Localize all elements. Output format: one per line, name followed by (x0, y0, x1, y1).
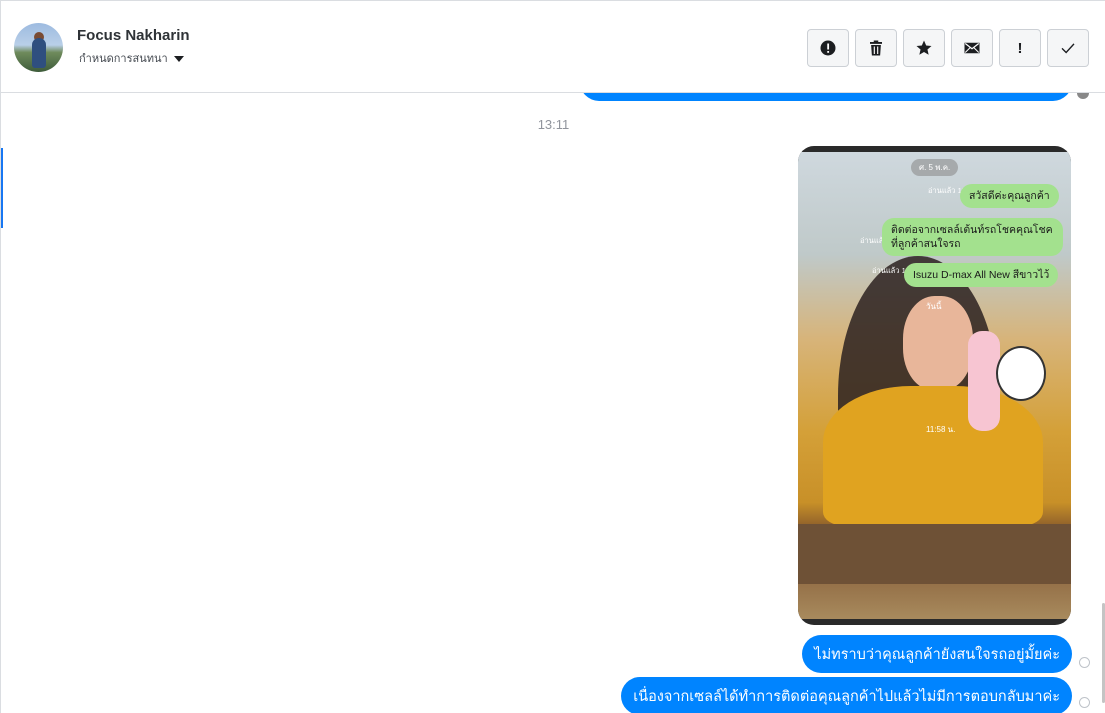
message-timestamp: 13:11 (537, 117, 570, 132)
image-attachment[interactable]: ศ. 5 พ.ค. อ่านแล้ว 10:29 น. สวัสดีค่ะคุณ… (798, 146, 1071, 625)
photo-chat-bubble: Isuzu D-max All New สีขาวไว้ (904, 263, 1059, 287)
exclamation-icon: ! (1017, 39, 1023, 57)
report-spam-button[interactable] (807, 29, 849, 67)
star-icon (916, 40, 932, 55)
conversation-toolbar: ! (807, 29, 1089, 67)
alert-circle-icon (820, 40, 836, 56)
mark-unread-button[interactable] (951, 29, 993, 67)
star-button[interactable] (903, 29, 945, 67)
photo-chat-bubble: ติดต่อจากเซลล์เต้นท์รถโชคคุณโชค ที่ลูกค้… (882, 218, 1063, 256)
active-indicator (1, 148, 3, 228)
message-bubble-previous[interactable] (580, 93, 1072, 101)
check-icon (1061, 43, 1075, 54)
photo-table (798, 524, 1071, 584)
avatar-photo-body (32, 38, 46, 68)
envelope-icon (964, 42, 980, 54)
conversation-settings-dropdown[interactable]: กำหนดการสนทนา (79, 49, 184, 67)
sticker-wall (968, 331, 1000, 431)
sticker-bunny (996, 346, 1046, 401)
photo-date-pill: ศ. 5 พ.ค. (911, 159, 959, 176)
message-bubble[interactable]: ไม่ทราบว่าคุณลูกค้ายังสนใจรถอยู่มั้ยค่ะ (802, 635, 1072, 673)
message-thread[interactable]: 13:11 ศ. 5 พ.ค. อ่านแล้ว 10:29 น. สวัสดี… (1, 93, 1105, 713)
mark-done-button[interactable] (1047, 29, 1089, 67)
bunny-sticker (968, 326, 1063, 431)
delete-button[interactable] (855, 29, 897, 67)
message-bubble[interactable]: เนื่องจากเซลล์ได้ทำการติดต่อคุณลูกค้าไปแ… (621, 677, 1072, 713)
mark-important-button[interactable]: ! (999, 29, 1041, 67)
messenger-conversation: Focus Nakharin กำหนดการสนทนา ! 13:11 ศ. … (0, 0, 1105, 713)
contact-name[interactable]: Focus Nakharin (77, 27, 190, 44)
conversation-header: Focus Nakharin กำหนดการสนทนา ! (1, 1, 1105, 93)
caret-down-icon (173, 55, 184, 62)
sent-check-icon (1079, 697, 1090, 708)
photo-today-label: วันนี้ (926, 302, 942, 311)
trash-icon (870, 40, 882, 56)
photo-time-label: 11:58 น. (926, 425, 956, 434)
photo-chat-bubble: สวัสดีค่ะคุณลูกค้า (960, 184, 1059, 208)
sent-check-icon (1079, 657, 1090, 668)
conversation-settings-label: กำหนดการสนทนา (79, 53, 168, 65)
contact-avatar[interactable] (14, 23, 63, 72)
seen-avatar (1077, 93, 1089, 99)
